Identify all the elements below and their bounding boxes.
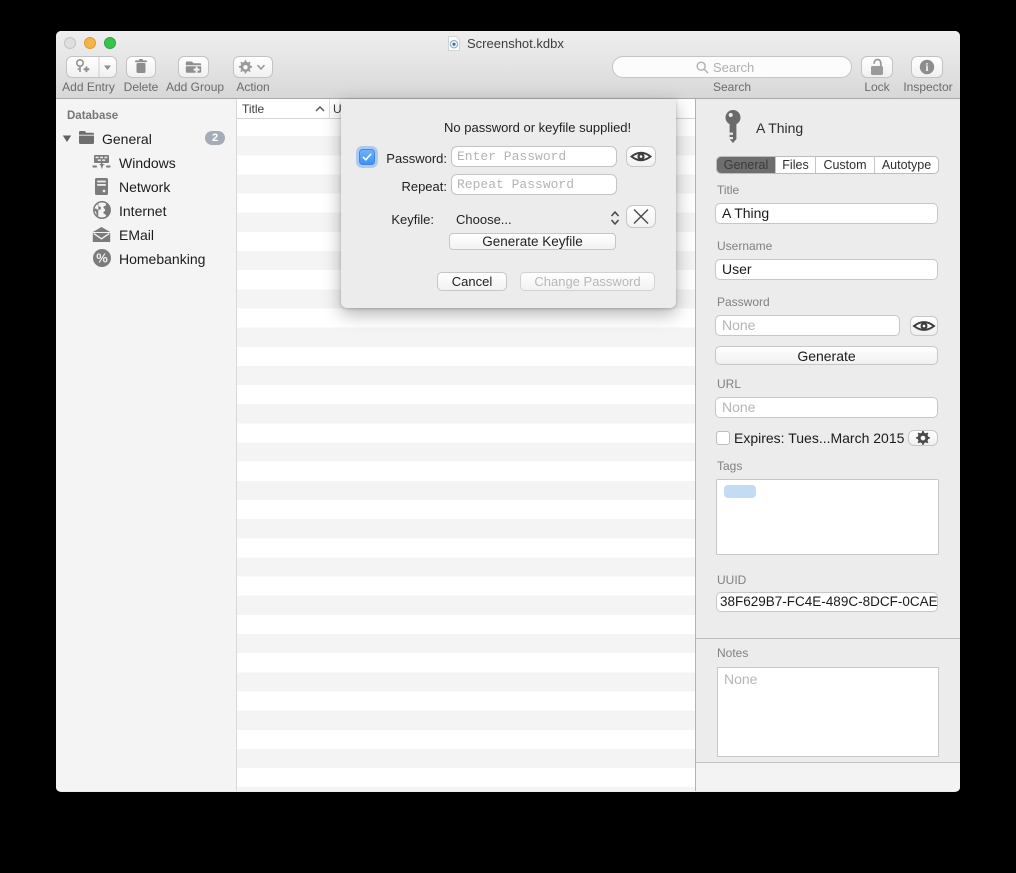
svg-text:%: % (96, 250, 108, 265)
